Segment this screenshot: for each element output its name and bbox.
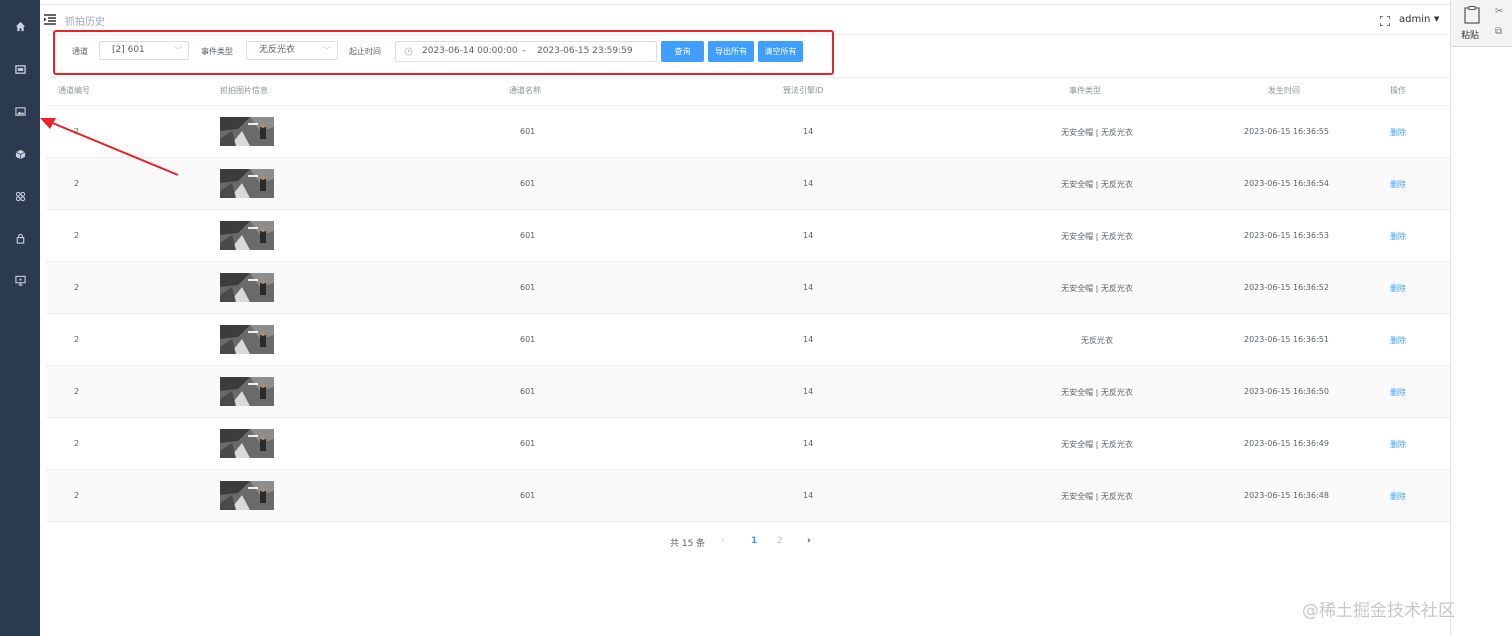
column-header-event-type: 事件类型 [1069,86,1101,95]
cell-time: 2023-06-15 16:36:53 [1244,231,1329,240]
cell-engine-id: 14 [803,127,814,136]
cell-channel-no: 2 [74,231,80,240]
watermark: @稀土掘金技术社区 [1302,601,1455,621]
capture-thumbnail[interactable] [220,273,274,302]
table-row: 2 601 14 无安全帽 | 无反光衣 2023-06-15 16:36:49 删除 [46,418,1450,470]
delete-button[interactable]: 删除 [1390,231,1406,242]
monitor-icon[interactable] [0,58,40,80]
cell-engine-id: 14 [803,439,814,448]
table-row: 2 601 14 无安全帽 | 无反光衣 2023-06-15 16:36:55 删除 [46,106,1450,158]
capture-thumbnail[interactable] [220,221,274,250]
cell-channel-name: 601 [520,439,536,448]
clipboard-icon[interactable] [1464,6,1480,24]
capture-thumbnail[interactable] [220,429,274,458]
table-row: 2 601 14 无安全帽 | 无反光衣 2023-06-15 16:36:48 删除 [46,470,1450,522]
delete-button[interactable]: 删除 [1390,335,1406,346]
capture-thumbnail[interactable] [220,169,274,198]
menu-toggle-icon[interactable] [44,14,56,25]
table-row: 2 601 14 无安全帽 | 无反光衣 2023-06-15 16:36:50 删除 [46,366,1450,418]
column-header-action: 操作 [1390,86,1406,95]
picture-icon[interactable] [0,100,40,122]
cell-channel-no: 2 [74,491,80,500]
cell-engine-id: 14 [803,283,814,292]
box-icon[interactable] [0,143,40,165]
cell-channel-name: 601 [520,491,536,500]
capture-thumbnail[interactable] [220,377,274,406]
cell-engine-id: 14 [803,387,814,396]
cell-channel-no: 2 [74,387,80,396]
cell-engine-id: 14 [803,491,814,500]
cell-time: 2023-06-15 16:36:50 [1244,387,1329,396]
highlight-annotation-box [53,30,834,75]
prev-page-button[interactable]: ‹ [721,536,725,546]
cell-time: 2023-06-15 16:36:48 [1244,491,1329,500]
cell-event-type: 无安全帽 | 无反光衣 [1061,284,1133,293]
cell-event-type: 无安全帽 | 无反光衣 [1061,388,1133,397]
breadcrumb-title: 抓拍历史 [65,17,105,28]
pagination-total: 共 15 条 [670,539,706,549]
cell-channel-name: 601 [520,127,536,136]
table-row: 2 601 14 无安全帽 | 无反光衣 2023-06-15 16:36:54 删除 [46,158,1450,210]
table-row: 2 601 14 无安全帽 | 无反光衣 2023-06-15 16:36:53 删除 [46,210,1450,262]
capture-thumbnail[interactable] [220,481,274,510]
cell-channel-name: 601 [520,231,536,240]
cell-channel-name: 601 [520,335,536,344]
delete-button[interactable]: 删除 [1390,387,1406,398]
right-ribbon-panel: 粘贴 ✂ ⧉ [1450,0,1512,636]
cell-channel-name: 601 [520,387,536,396]
red-arrow-annotation [40,118,179,176]
ribbon-top: 粘贴 ✂ ⧉ [1451,0,1512,47]
capture-thumbnail[interactable] [220,325,274,354]
apps-icon[interactable] [0,185,40,207]
lock-icon[interactable] [0,227,40,249]
table-row: 2 601 14 无安全帽 | 无反光衣 2023-06-15 16:36:52 删除 [46,262,1450,314]
user-menu[interactable]: admin [1399,14,1430,25]
column-header-engine-id: 算法引擎ID [783,86,824,95]
column-header-channel-no: 通道编号 [58,86,90,95]
cell-event-type: 无安全帽 | 无反光衣 [1061,180,1133,189]
cell-channel-no: 2 [74,283,80,292]
next-page-button[interactable]: › [807,536,811,546]
cell-event-type: 无反光衣 [1081,336,1113,345]
cell-engine-id: 14 [803,231,814,240]
delete-button[interactable]: 删除 [1390,179,1406,190]
cell-time: 2023-06-15 16:36:52 [1244,283,1329,292]
delete-button[interactable]: 删除 [1390,439,1406,450]
top-divider [40,0,1450,5]
cell-channel-no: 2 [74,439,80,448]
column-header-image-info: 抓拍图片信息 [220,86,268,95]
cell-event-type: 无安全帽 | 无反光衣 [1061,128,1133,137]
page-2-button[interactable]: 2 [777,536,783,546]
caret-down-icon[interactable]: ▼ [1434,15,1439,23]
sidebar [0,0,40,636]
cell-time: 2023-06-15 16:36:51 [1244,335,1329,344]
cut-icon[interactable]: ✂ [1495,6,1503,17]
home-icon[interactable] [0,15,40,37]
cell-channel-name: 601 [520,179,536,188]
paste-label[interactable]: 粘贴 [1461,28,1479,41]
cell-engine-id: 14 [803,179,814,188]
delete-button[interactable]: 删除 [1390,283,1406,294]
delete-button[interactable]: 删除 [1390,491,1406,502]
column-header-channel-name: 通道名称 [509,86,541,95]
delete-button[interactable]: 删除 [1390,127,1406,138]
copy-icon[interactable]: ⧉ [1495,26,1502,37]
cell-engine-id: 14 [803,335,814,344]
cell-time: 2023-06-15 16:36:54 [1244,179,1329,188]
table-row: 2 601 14 无反光衣 2023-06-15 16:36:51 删除 [46,314,1450,366]
column-header-time: 发生时间 [1268,86,1300,95]
screen-icon[interactable] [0,269,40,291]
cell-channel-name: 601 [520,283,536,292]
cell-time: 2023-06-15 16:36:55 [1244,127,1329,136]
capture-thumbnail[interactable] [220,117,274,146]
cell-event-type: 无安全帽 | 无反光衣 [1061,492,1133,501]
fullscreen-icon[interactable] [1380,16,1390,26]
cell-time: 2023-06-15 16:36:49 [1244,439,1329,448]
cell-event-type: 无安全帽 | 无反光衣 [1061,440,1133,449]
cell-channel-no: 2 [74,335,80,344]
page-1-button[interactable]: 1 [751,536,757,546]
cell-event-type: 无安全帽 | 无反光衣 [1061,232,1133,241]
